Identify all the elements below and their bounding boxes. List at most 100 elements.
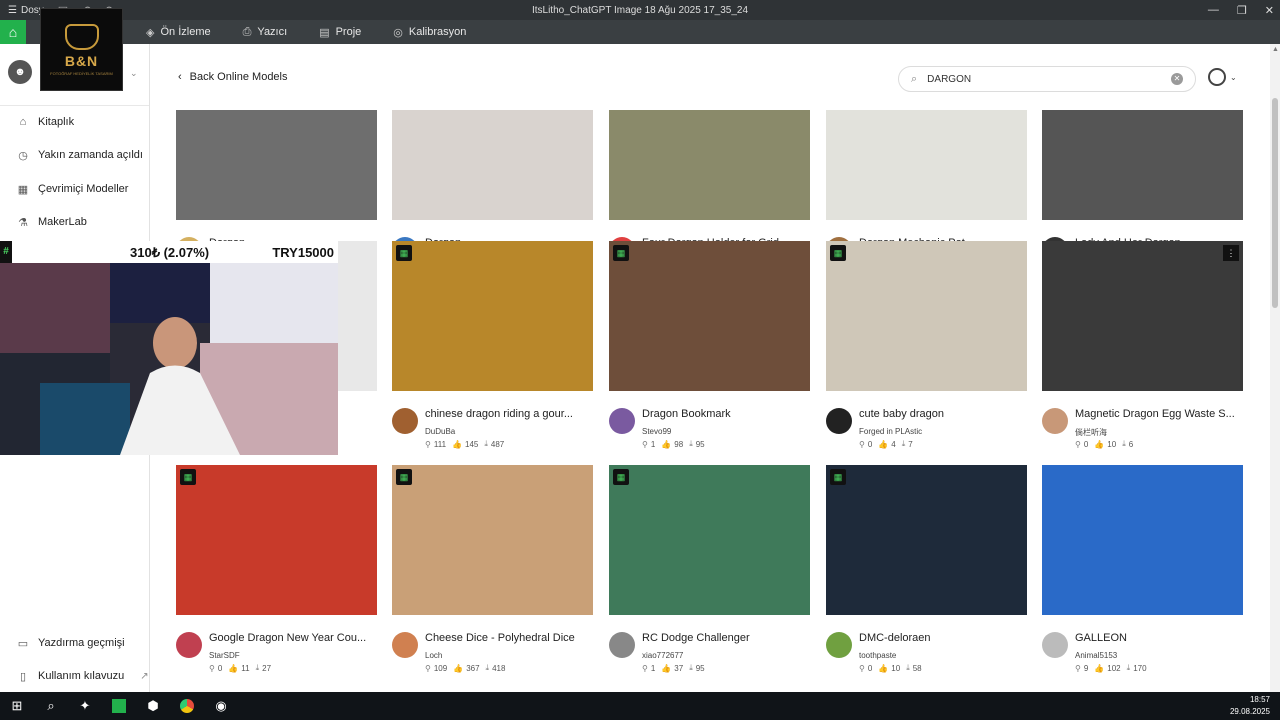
model-thumbnail[interactable] bbox=[609, 110, 810, 220]
search-input[interactable]: ⌕ DARGON ✕ bbox=[898, 66, 1196, 92]
like-icon: 👍 bbox=[878, 439, 889, 449]
model-thumbnail[interactable] bbox=[176, 110, 377, 220]
model-card[interactable]: Dargonsmallfish0314⚲1👍6⤓13 bbox=[176, 110, 378, 278]
author-avatar[interactable] bbox=[392, 632, 418, 658]
model-title[interactable]: chinese dragon riding a gour... bbox=[425, 408, 593, 420]
print-icon: ⚲ bbox=[642, 663, 648, 673]
model-thumbnail[interactable]: ▦ bbox=[392, 241, 593, 391]
model-card[interactable]: ▦ DMC-deloraen toothpaste ⚲ 0 👍 10 ⤓ 58 bbox=[826, 465, 1028, 673]
home-button[interactable]: ⌂ bbox=[0, 20, 26, 44]
model-author[interactable]: Animal5153 bbox=[1075, 651, 1117, 660]
makerlab-badge-icon: ▦ bbox=[613, 245, 629, 261]
author-avatar[interactable] bbox=[392, 408, 418, 434]
model-thumbnail[interactable]: ▦ bbox=[609, 241, 810, 391]
author-avatar[interactable] bbox=[1042, 632, 1068, 658]
sidebar-item-library[interactable]: ⌂ Kitaplık bbox=[0, 107, 149, 137]
model-thumbnail[interactable] bbox=[826, 110, 1027, 220]
model-title[interactable]: GALLEON bbox=[1075, 632, 1243, 644]
like-count: 98 bbox=[674, 439, 684, 449]
model-title[interactable]: Google Dragon New Year Cou... bbox=[209, 632, 377, 644]
app-icon[interactable]: ⬢ bbox=[136, 692, 170, 720]
model-card[interactable]: Dargon Mechanic PotCreativeDejw⚲6👍20⤓13 bbox=[826, 110, 1028, 278]
model-thumbnail[interactable] bbox=[1042, 465, 1243, 615]
author-avatar[interactable] bbox=[826, 408, 852, 434]
model-author[interactable]: StarSDF bbox=[209, 651, 240, 660]
tab-preview[interactable]: ◈ Ön İzleme bbox=[130, 20, 227, 44]
author-avatar[interactable] bbox=[176, 632, 202, 658]
more-options-icon[interactable]: ⋮ bbox=[1223, 245, 1239, 261]
model-thumbnail[interactable]: ⋮ bbox=[1042, 241, 1243, 391]
author-avatar[interactable] bbox=[609, 408, 635, 434]
sidebar-item-user-guide[interactable]: ▯ Kullanım kılavuzu ↗ bbox=[0, 661, 149, 691]
models-header: ‹ Back Online Models ⌕ DARGON ✕ ⌄ bbox=[150, 44, 1280, 110]
model-title[interactable]: Cheese Dice - Polyhedral Dice bbox=[425, 632, 593, 644]
app-icon[interactable]: ◉ bbox=[204, 692, 238, 720]
model-card[interactable]: ▦ Dragon Bookmark Stevo99 ⚲ 1 👍 98 ⤓ 95 bbox=[609, 241, 811, 449]
author-avatar[interactable] bbox=[609, 632, 635, 658]
sidebar-item-online-models[interactable]: ▦ Çevrimiçi Modeller bbox=[0, 174, 149, 204]
model-thumbnail[interactable]: ▦ bbox=[392, 465, 593, 615]
account-menu[interactable]: ⌄ bbox=[1208, 68, 1237, 86]
model-author[interactable]: xiao772677 bbox=[642, 651, 683, 660]
sidebar-item-makerlab[interactable]: ⚗ MakerLab bbox=[0, 207, 149, 237]
model-title[interactable]: Dragon Bookmark bbox=[642, 408, 810, 420]
author-avatar[interactable] bbox=[1042, 408, 1068, 434]
model-author[interactable]: Forged in PLAstic bbox=[859, 427, 922, 436]
history-icon: ▭ bbox=[17, 637, 29, 650]
model-card[interactable]: ▦ cute baby dragon Forged in PLAstic ⚲ 0 👍 4 ⤓ 7 bbox=[826, 241, 1028, 449]
model-author[interactable]: DuDuBa bbox=[425, 427, 455, 436]
minimize-button[interactable]: — bbox=[1208, 4, 1219, 16]
model-card[interactable]: Lady And Her DargonGrumyGramps⚲1👍3⤓3 bbox=[1042, 110, 1244, 278]
search-icon[interactable]: ⌕ bbox=[34, 692, 68, 720]
sidebar-item-print-history[interactable]: ▭ Yazdırma geçmişi bbox=[0, 628, 149, 658]
tab-project[interactable]: ▤ Proje bbox=[303, 20, 377, 44]
print-count: 1 bbox=[650, 663, 656, 673]
scroll-up-icon[interactable]: ▲ bbox=[1272, 46, 1279, 53]
model-thumbnail[interactable]: ▦ bbox=[826, 465, 1027, 615]
model-card[interactable]: ▦ Cheese Dice - Polyhedral Dice Loch ⚲ 109 👍 3… bbox=[392, 465, 594, 673]
model-title[interactable]: DMC-deloraen bbox=[859, 632, 1027, 644]
model-thumbnail[interactable] bbox=[392, 110, 593, 220]
app-icon[interactable] bbox=[102, 692, 136, 720]
model-thumbnail[interactable]: ▦ bbox=[176, 465, 377, 615]
model-card[interactable]: ▦ Google Dragon New Year Cou... StarSDF ⚲ 0 👍… bbox=[176, 465, 378, 673]
app-icon[interactable]: ✦ bbox=[68, 692, 102, 720]
close-button[interactable]: ✕ bbox=[1265, 4, 1274, 17]
model-card[interactable]: ▦ chinese dragon riding a gour... DuDuBa ⚲ 1… bbox=[392, 241, 594, 449]
windows-start-icon[interactable]: ⊞ bbox=[0, 692, 34, 720]
back-button[interactable]: ‹ Back Online Models bbox=[178, 71, 288, 83]
model-author[interactable]: 倘栏听海 bbox=[1075, 427, 1107, 438]
model-card[interactable]: Four Dargon Holder for Grid ...user_1902… bbox=[609, 110, 811, 278]
tab-printer[interactable]: ⎙ Yazıcı bbox=[227, 20, 304, 44]
like-count: 37 bbox=[674, 663, 684, 673]
model-title[interactable]: Magnetic Dragon Egg Waste S... bbox=[1075, 408, 1243, 420]
taskbar: ⊞ ⌕ ✦ ⬢ ◉ 18:57 29.08.2025 bbox=[0, 692, 1280, 720]
sidebar-divider bbox=[0, 105, 149, 106]
model-author[interactable]: Stevo99 bbox=[642, 427, 671, 436]
model-title[interactable]: RC Dodge Challenger bbox=[642, 632, 810, 644]
print-icon: ⚲ bbox=[642, 439, 648, 449]
like-icon: 👍 bbox=[661, 663, 672, 673]
author-avatar[interactable] bbox=[826, 632, 852, 658]
sidebar-item-recent[interactable]: ◷ Yakın zamanda açıldı bbox=[0, 140, 149, 170]
model-card[interactable]: DargonLukáš⚲0👍1⤓0 bbox=[392, 110, 594, 278]
maximize-button[interactable]: ❐ bbox=[1237, 4, 1247, 17]
hamburger-icon[interactable]: ☰ bbox=[8, 5, 17, 16]
print-icon: ⚲ bbox=[425, 439, 431, 449]
model-card[interactable]: ⋮ Magnetic Dragon Egg Waste S... 倘栏听海 ⚲ 0 👍 10… bbox=[1042, 241, 1244, 449]
tab-calibration[interactable]: ◎ Kalibrasyon bbox=[377, 20, 482, 44]
model-author[interactable]: Loch bbox=[425, 651, 442, 660]
model-thumbnail[interactable] bbox=[1042, 110, 1243, 220]
chevron-down-icon[interactable]: ⌄ bbox=[130, 68, 138, 79]
scrollbar-thumb[interactable] bbox=[1272, 98, 1278, 308]
model-card[interactable]: ▦ RC Dodge Challenger xiao772677 ⚲ 1 👍 37 ⤓ 95 bbox=[609, 465, 811, 673]
model-card[interactable]: GALLEON Animal5153 ⚲ 9 👍 102 ⤓ 170 bbox=[1042, 465, 1244, 673]
model-thumbnail[interactable]: ▦ bbox=[826, 241, 1027, 391]
model-title[interactable]: cute baby dragon bbox=[859, 408, 1027, 420]
chrome-icon[interactable] bbox=[170, 692, 204, 720]
clear-search-icon[interactable]: ✕ bbox=[1171, 73, 1183, 85]
user-avatar[interactable]: ☻ bbox=[8, 60, 32, 84]
model-author[interactable]: toothpaste bbox=[859, 651, 896, 660]
model-thumbnail[interactable]: ▦ bbox=[609, 465, 810, 615]
print-count: 9 bbox=[1083, 663, 1089, 673]
